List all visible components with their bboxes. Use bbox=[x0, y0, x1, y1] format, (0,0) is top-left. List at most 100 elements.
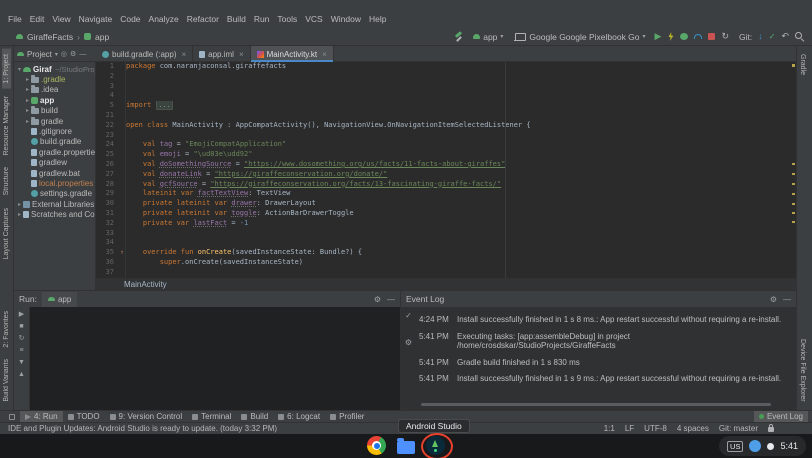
tab-app-iml[interactable]: app.iml× bbox=[193, 46, 250, 62]
settings-gear-icon[interactable]: ⚙ bbox=[374, 295, 381, 304]
code-line[interactable]: 30 private lateinit var drawer: DrawerLa… bbox=[96, 199, 796, 209]
status-1-1[interactable]: 1:1 bbox=[604, 424, 615, 433]
line-number[interactable]: 33 bbox=[96, 229, 118, 239]
minimize-icon[interactable]: — bbox=[387, 295, 395, 304]
tool-stripe-2-favorites[interactable]: 2: Favorites bbox=[2, 306, 11, 353]
line-number[interactable]: 24 bbox=[96, 140, 118, 150]
stop-icon[interactable]: ■ bbox=[19, 323, 23, 331]
system-tray[interactable]: US 5:41 bbox=[719, 436, 806, 456]
clock[interactable]: 5:41 bbox=[780, 441, 798, 451]
line-number[interactable]: 37 bbox=[96, 268, 118, 278]
code-line[interactable]: 21 bbox=[96, 111, 796, 121]
status-4-spaces[interactable]: 4 spaces bbox=[677, 424, 709, 433]
restart-icon[interactable]: ↻ bbox=[19, 335, 25, 343]
line-number[interactable]: 36 bbox=[96, 258, 118, 268]
code-line[interactable]: 31 private lateinit var toggle: ActionBa… bbox=[96, 209, 796, 219]
tool-stripe-device-file-explorer[interactable]: Device File Explorer bbox=[798, 334, 807, 407]
line-number[interactable]: 23 bbox=[96, 131, 118, 141]
minimize-icon[interactable]: — bbox=[783, 295, 791, 304]
code-line[interactable]: 3 bbox=[96, 82, 796, 92]
breadcrumb-module[interactable]: app bbox=[95, 32, 109, 42]
line-number[interactable]: 35 bbox=[96, 248, 118, 258]
rerun-icon[interactable]: ▶ bbox=[19, 311, 24, 319]
run-console[interactable]: ▶ ■ ↻ ≡ ▼ ▲ bbox=[14, 307, 400, 411]
debug-button[interactable] bbox=[680, 33, 688, 40]
code-line[interactable]: 2 bbox=[96, 72, 796, 82]
line-number[interactable]: 21 bbox=[96, 111, 118, 121]
tree-item-local-properties[interactable]: local.properties bbox=[14, 178, 95, 188]
breadcrumb-project[interactable]: GiraffeFacts bbox=[27, 32, 73, 42]
keyboard-layout-badge[interactable]: US bbox=[727, 441, 743, 452]
close-icon[interactable]: × bbox=[181, 50, 186, 59]
tree-item-app[interactable]: ▸app bbox=[14, 95, 95, 105]
chevron-down-icon[interactable]: ▾ bbox=[16, 66, 23, 73]
tab-build-gradle-app[interactable]: build.gradle (:app)× bbox=[96, 46, 193, 62]
toolwindow-button-6-logcat[interactable]: 6: Logcat bbox=[273, 411, 325, 423]
search-icon[interactable] bbox=[795, 32, 804, 41]
stop-button[interactable] bbox=[708, 33, 715, 40]
code-line[interactable]: 24 val tag = "EmojiCompatApplication" bbox=[96, 140, 796, 150]
chevron-right-icon[interactable]: ▸ bbox=[24, 107, 31, 114]
line-number[interactable]: 4 bbox=[96, 91, 118, 101]
code-line[interactable]: 33 bbox=[96, 229, 796, 239]
toolwindow-button-9-version-control[interactable]: 9: Version Control bbox=[105, 411, 188, 423]
line-number[interactable]: 29 bbox=[96, 189, 118, 199]
toolwindow-button-toolwindows[interactable] bbox=[4, 411, 20, 423]
tree-item-gradlew-bat[interactable]: gradlew.bat bbox=[14, 168, 95, 178]
menu-file[interactable]: File bbox=[4, 13, 26, 25]
toolwindow-button-terminal[interactable]: Terminal bbox=[187, 411, 236, 423]
soft-wrap-icon[interactable]: ≡ bbox=[19, 347, 23, 355]
tool-stripe-build-variants[interactable]: Build Variants bbox=[2, 354, 11, 407]
tree-item-settings-gradle[interactable]: settings.gradle bbox=[14, 189, 95, 199]
chevron-right-icon[interactable]: ▸ bbox=[24, 86, 31, 93]
tree-item-gradle[interactable]: ▸gradle bbox=[14, 116, 95, 126]
toolwindow-button-event-log[interactable]: Event Log bbox=[754, 411, 808, 423]
tree-item-gradle-properties[interactable]: gradle.properties bbox=[14, 147, 95, 157]
sync-icon[interactable]: ↻ bbox=[721, 32, 729, 41]
code-editor[interactable]: 1package com.naranjaconsal.giraffefacts2… bbox=[96, 62, 796, 278]
tool-stripe-resource-manager[interactable]: Resource Manager bbox=[2, 91, 11, 161]
menu-window[interactable]: Window bbox=[327, 13, 365, 25]
line-number[interactable]: 28 bbox=[96, 180, 118, 190]
code-line[interactable]: 26 val doSomethingSource = "https://www.… bbox=[96, 160, 796, 170]
code-line[interactable]: 22open class MainActivity : AppCompatAct… bbox=[96, 121, 796, 131]
tree-item-gradle[interactable]: ▸.gradle bbox=[14, 74, 95, 84]
device-selector[interactable]: Google Google Pixelbook Go ▾ bbox=[512, 30, 648, 44]
status-git-master[interactable]: Git: master bbox=[719, 424, 758, 433]
line-number[interactable]: 2 bbox=[96, 72, 118, 82]
line-number[interactable]: 31 bbox=[96, 209, 118, 219]
scroll-down-icon[interactable]: ▼ bbox=[18, 359, 25, 367]
menu-view[interactable]: View bbox=[48, 13, 74, 25]
status-lf[interactable]: LF bbox=[625, 424, 634, 433]
code-line[interactable]: 4 bbox=[96, 91, 796, 101]
apply-changes-icon[interactable] bbox=[667, 32, 674, 41]
notification-icon[interactable] bbox=[767, 443, 774, 450]
code-line[interactable]: 32 private var lastFact = -1 bbox=[96, 219, 796, 229]
chevron-right-icon[interactable]: ▸ bbox=[24, 118, 31, 125]
tab-mainactivity-kt[interactable]: MainActivity.kt× bbox=[251, 46, 334, 62]
settings-gear-icon[interactable]: ⚙ bbox=[770, 295, 777, 304]
menu-help[interactable]: Help bbox=[365, 13, 390, 25]
breadcrumb-class[interactable]: MainActivity bbox=[124, 280, 167, 289]
tool-stripe-layout-captures[interactable]: Layout Captures bbox=[2, 203, 11, 264]
horizontal-scrollbar[interactable] bbox=[421, 403, 771, 406]
menu-code[interactable]: Code bbox=[116, 13, 144, 25]
menu-run[interactable]: Run bbox=[250, 13, 274, 25]
tool-stripe-structure[interactable]: Structure bbox=[2, 162, 11, 200]
code-line[interactable]: 36 super.onCreate(savedInstanceState) bbox=[96, 258, 796, 268]
git-update-icon[interactable]: ↓ bbox=[758, 32, 763, 41]
settings-gear-icon[interactable]: ⚙ bbox=[70, 50, 76, 58]
menu-build[interactable]: Build bbox=[223, 13, 250, 25]
toolwindow-button-todo[interactable]: TODO bbox=[63, 411, 105, 423]
run-tab-app[interactable]: app bbox=[42, 292, 77, 307]
status-utf-8[interactable]: UTF-8 bbox=[644, 424, 667, 433]
chevron-right-icon[interactable]: ▸ bbox=[16, 201, 23, 208]
project-panel-title[interactable]: Project bbox=[27, 50, 52, 59]
files-app-icon[interactable] bbox=[397, 441, 415, 454]
chevron-right-icon[interactable]: ▸ bbox=[16, 211, 23, 218]
line-number[interactable]: 3 bbox=[96, 82, 118, 92]
account-avatar-icon[interactable] bbox=[749, 440, 761, 452]
scroll-up-icon[interactable]: ▲ bbox=[18, 371, 25, 379]
chevron-right-icon[interactable]: ▸ bbox=[24, 76, 31, 83]
lock-icon[interactable] bbox=[768, 427, 774, 432]
